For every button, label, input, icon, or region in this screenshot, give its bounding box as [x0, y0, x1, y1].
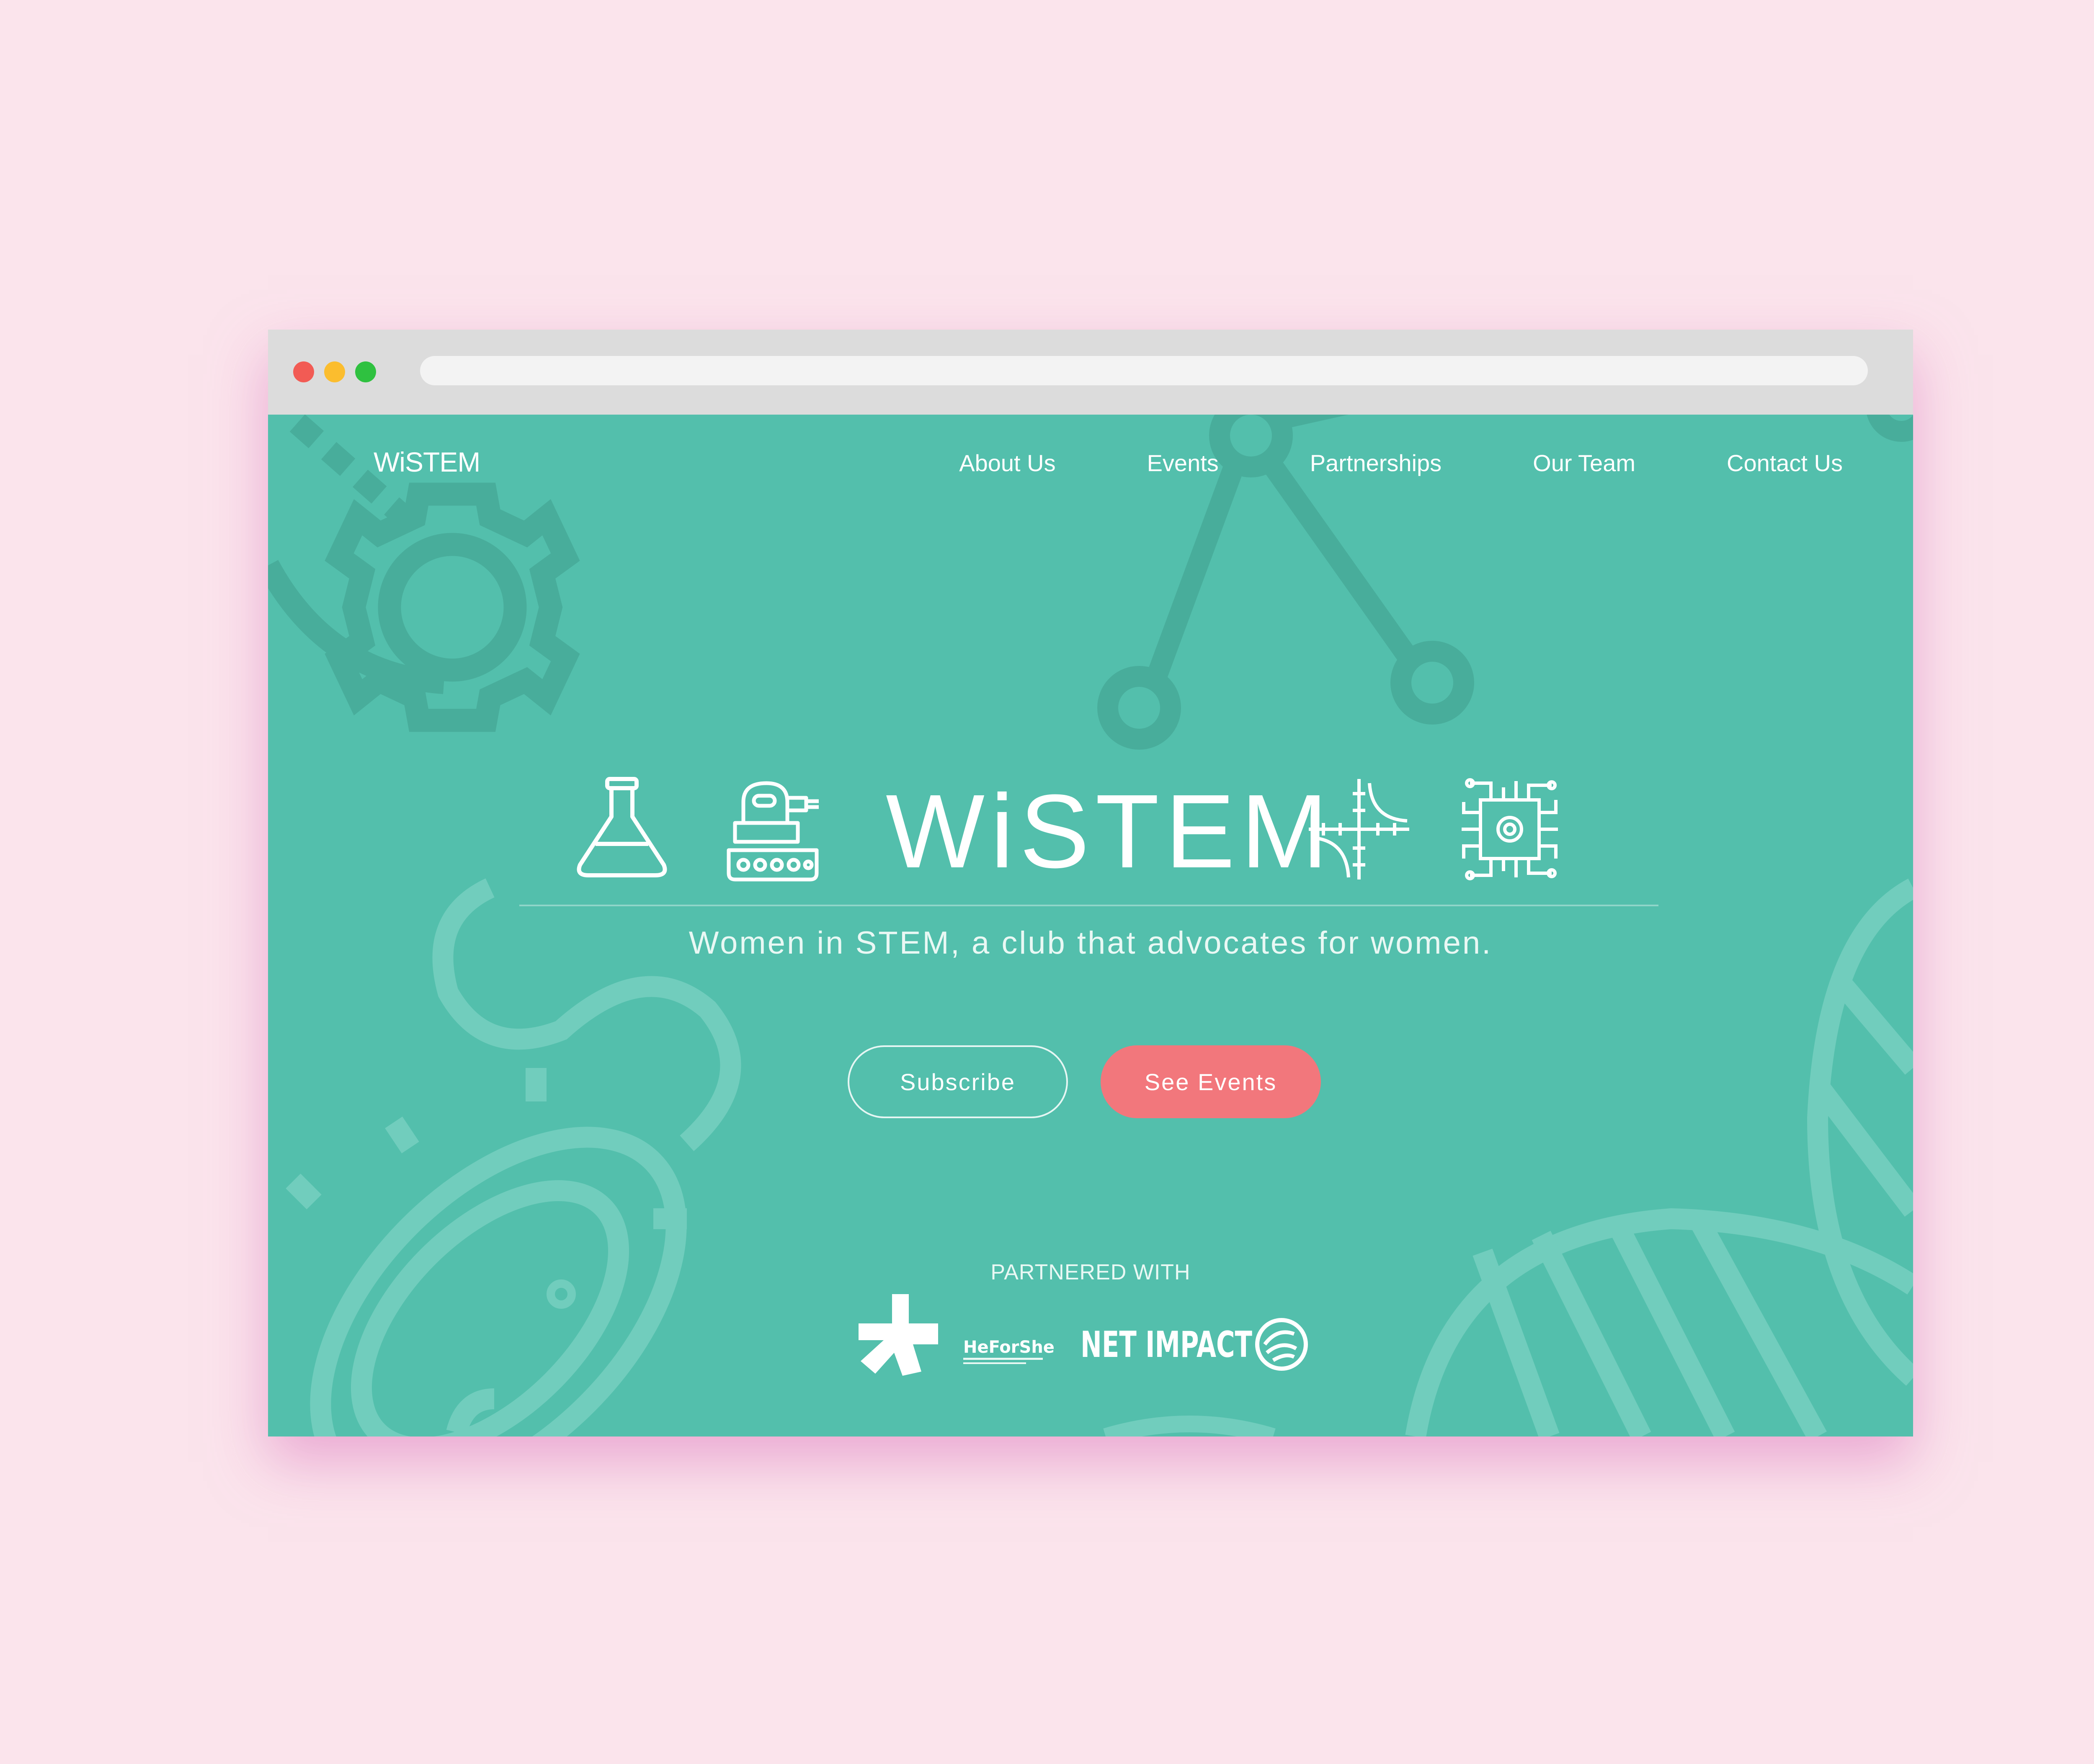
flask-icon	[577, 777, 667, 877]
nav-link-about-us[interactable]: About Us	[959, 449, 1055, 477]
gear-icon	[325, 482, 580, 732]
heforshe-logo-text: HeForShe	[963, 1338, 1055, 1357]
nav-link-partnerships[interactable]: Partnerships	[1310, 449, 1442, 477]
subscribe-button[interactable]: Subscribe	[848, 1045, 1068, 1118]
microbe-icon	[286, 878, 741, 1436]
circuit-chip-icon	[1462, 778, 1558, 880]
website-page: WiSTEM About Us Events Partnerships Our …	[268, 415, 1913, 1436]
dna-icon	[1405, 878, 1913, 1436]
browser-window: WiSTEM About Us Events Partnerships Our …	[268, 330, 1913, 1436]
net-impact-logo[interactable]: NET IMPACT	[1081, 1318, 1308, 1371]
graph-icon	[1309, 779, 1409, 879]
close-window-button[interactable]	[293, 361, 314, 382]
hero-divider	[519, 905, 1658, 906]
robot-icon	[727, 781, 819, 882]
heforshe-logo[interactable]: HeForShe	[859, 1294, 1055, 1376]
bottom-arc-decoration	[1103, 1416, 1276, 1436]
partners-heading: PARTNERED WITH	[990, 1260, 1191, 1284]
net-impact-logo-text: NET IMPACT	[1081, 1324, 1252, 1366]
see-events-button[interactable]: See Events	[1101, 1045, 1321, 1118]
maximize-window-button[interactable]	[355, 361, 376, 382]
address-bar[interactable]	[420, 356, 1868, 385]
nav-logo[interactable]: WiSTEM	[374, 446, 480, 478]
hero-title-row: WiSTEM	[268, 773, 1913, 890]
hero-title: WiSTEM	[886, 773, 1334, 890]
nav-link-events[interactable]: Events	[1147, 449, 1219, 477]
browser-toolbar	[268, 330, 1913, 415]
partner-logos: HeForShe NET IMPACT	[859, 1294, 1308, 1376]
nav-link-our-team[interactable]: Our Team	[1533, 449, 1635, 477]
nav-link-contact-us[interactable]: Contact Us	[1727, 449, 1843, 477]
minimize-window-button[interactable]	[324, 361, 345, 382]
hero-tagline: Women in STEM, a club that advocates for…	[689, 925, 1493, 961]
main-navigation: About Us Events Partnerships Our Team Co…	[959, 449, 1843, 477]
